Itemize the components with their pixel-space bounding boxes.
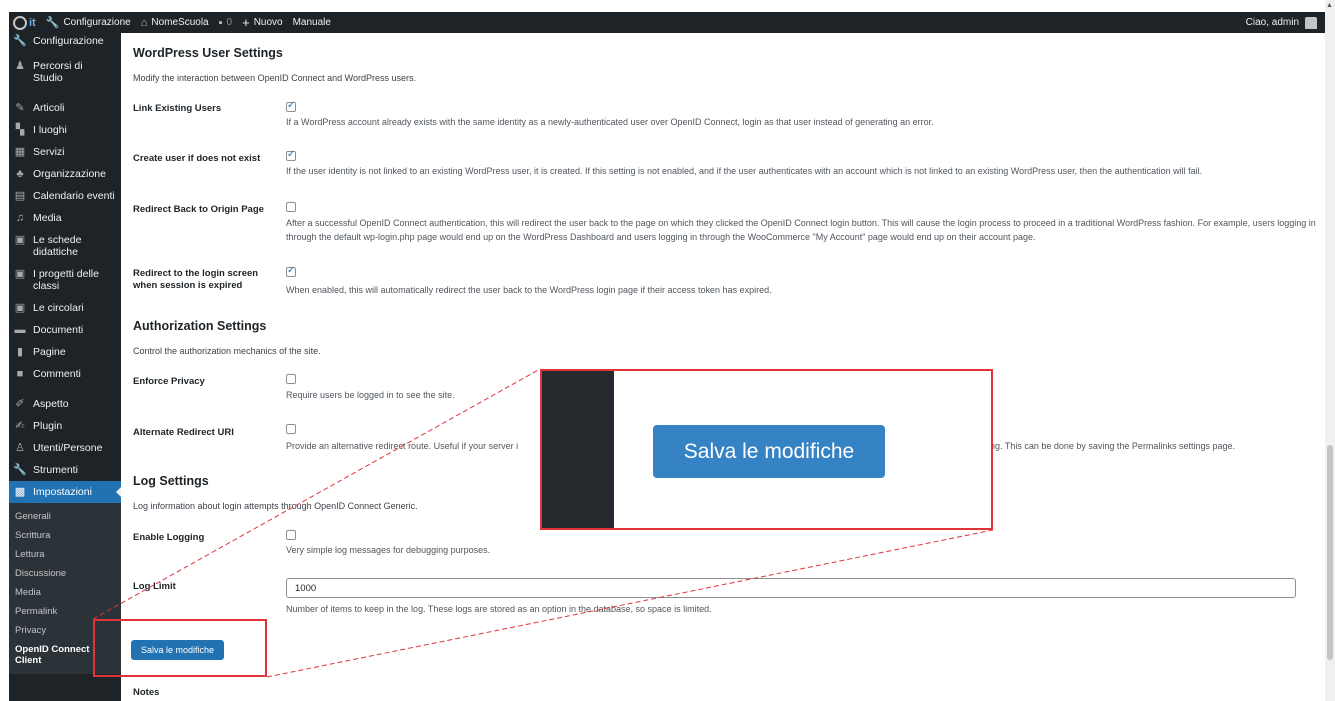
media-icon: ♫	[15, 212, 25, 224]
my-account[interactable]: Ciao, admin	[1246, 16, 1325, 29]
wrench-icon: 🔧	[45, 17, 60, 29]
settings-icon: ▩	[14, 486, 26, 498]
site-logo[interactable]: it	[9, 12, 41, 33]
submenu-discussione[interactable]: Discussione	[9, 564, 121, 583]
settings-content: WordPress User Settings Modify the inter…	[121, 33, 1325, 701]
topbar-comments[interactable]: ▪ 0	[214, 12, 237, 33]
label-create-user: Create user if does not exist	[133, 153, 261, 164]
place-icon: ▚	[15, 124, 25, 136]
label-link-existing-users: Link Existing Users	[133, 103, 222, 114]
calendar-icon: ▤	[14, 190, 26, 202]
scrollbar-thumb[interactable]	[1327, 445, 1333, 660]
pin-icon: ✎	[15, 102, 25, 114]
sidebar-item-percorsi[interactable]: ♟ Percorsi di Studio	[9, 52, 121, 89]
sidebar-item-progetti[interactable]: ▣ I progetti delle classi	[9, 263, 121, 297]
topbar-new[interactable]: + Nuovo	[237, 12, 288, 33]
topbar-manual[interactable]: Manuale	[288, 12, 336, 33]
label-log-limit: Log Limit	[133, 581, 176, 592]
notes-title: Notes	[133, 687, 160, 698]
topbar-site-name[interactable]: ⌂ NomeScuola	[136, 12, 214, 33]
sidebar-item-impostazioni[interactable]: ▩ Impostazioni	[9, 481, 121, 503]
plugin-icon: ✍	[15, 420, 25, 432]
scroll-up-icon[interactable]: ▲	[1326, 2, 1333, 9]
sidebar-item-commenti[interactable]: ■ Commenti	[9, 363, 121, 385]
desc-redirect-origin: After a successful OpenID Connect authen…	[286, 218, 1316, 242]
desc-create-user: If the user identity is not linked to an…	[286, 166, 1203, 176]
section-title-wp-user-settings: WordPress User Settings	[133, 46, 283, 60]
sidebar-item-configurazione[interactable]: 🔧 Configurazione	[9, 33, 121, 52]
desc-redirect-login-expired: When enabled, this will automatically re…	[286, 285, 772, 295]
users-icon: ♙	[15, 442, 25, 454]
document-icon: ▣	[14, 302, 26, 314]
sidebar-item-utenti[interactable]: ♙ Utenti/Persone	[9, 437, 121, 459]
sidebar-item-pagine[interactable]: ▮ Pagine	[9, 341, 121, 363]
folder-icon: ▬	[14, 324, 26, 336]
admin-sidebar: 🔧 Configurazione ♟ Percorsi di Studio ✎ Art…	[9, 33, 121, 701]
section-title-log: Log Settings	[133, 474, 209, 488]
desc-alternate-redirect-right: ing. This can be done by saving the Perm…	[988, 441, 1235, 451]
page-scrollbar[interactable]: ▲	[1325, 0, 1335, 701]
page-icon: ▮	[16, 346, 24, 358]
submenu-media[interactable]: Media	[9, 583, 121, 602]
brush-icon: ✐	[15, 398, 25, 410]
document-icon: ▣	[14, 268, 26, 280]
desc-alternate-redirect-left: Provide an alternative redirect route. U…	[286, 441, 519, 451]
sidebar-item-luoghi[interactable]: ▚ I luoghi	[9, 119, 121, 141]
enforce-privacy-checkbox[interactable]	[286, 374, 296, 384]
topbar-configurazione[interactable]: 🔧 Configurazione	[41, 12, 136, 33]
section-desc-log: Log information about login attempts thr…	[133, 501, 418, 511]
desc-enable-logging: Very simple log messages for debugging p…	[286, 545, 491, 555]
sidebar-item-plugin[interactable]: ✍ Plugin	[9, 415, 121, 437]
section-desc-authorization: Control the authorization mechanics of t…	[133, 346, 321, 356]
sidebar-item-calendario[interactable]: ▤ Calendario eventi	[9, 185, 121, 207]
section-desc-wp-user-settings: Modify the interaction between OpenID Co…	[133, 73, 416, 83]
comment-icon: ▪	[218, 16, 223, 29]
organization-icon: ♣	[16, 168, 24, 180]
wordpress-icon	[13, 15, 27, 30]
sidebar-item-documenti[interactable]: ▬ Documenti	[9, 319, 121, 341]
sidebar-item-schede[interactable]: ▣ Le schede didattiche	[9, 229, 121, 263]
sidebar-item-aspetto[interactable]: ✐ Aspetto	[9, 393, 121, 415]
comment-icon: ■	[16, 368, 24, 380]
student-icon: ♟	[15, 60, 25, 72]
redirect-login-expired-checkbox[interactable]	[286, 265, 296, 277]
zoom-magnified-box: Salva le modifiche	[540, 369, 993, 530]
log-limit-input[interactable]	[286, 578, 1296, 598]
submenu-generali[interactable]: Generali	[9, 507, 121, 526]
tools-icon: 🔧	[13, 464, 27, 476]
redirect-origin-checkbox[interactable]	[286, 202, 296, 212]
sidebar-item-servizi[interactable]: ▦ Servizi	[9, 141, 121, 163]
enable-logging-checkbox[interactable]	[286, 530, 296, 540]
plus-icon: +	[242, 15, 250, 30]
label-alternate-redirect: Alternate Redirect URI	[133, 427, 234, 438]
label-redirect-login-expired: Redirect to the login screen when sessio…	[133, 268, 259, 291]
submenu-scrittura[interactable]: Scrittura	[9, 526, 121, 545]
sidebar-item-circolari[interactable]: ▣ Le circolari	[9, 297, 121, 319]
admin-bar: it 🔧 Configurazione ⌂ NomeScuola ▪ 0 + Nuovo…	[9, 12, 1325, 33]
sidebar-item-media[interactable]: ♫ Media	[9, 207, 121, 229]
document-icon: ▣	[14, 234, 26, 246]
zoom-highlight-box	[93, 619, 267, 677]
sidebar-item-articoli[interactable]: ✎ Articoli	[9, 97, 121, 119]
sidebar-item-strumenti[interactable]: 🔧 Strumenti	[9, 459, 121, 481]
section-title-authorization: Authorization Settings	[133, 319, 267, 333]
desc-link-existing-users: If a WordPress account already exists wi…	[286, 117, 934, 127]
submenu-lettura[interactable]: Lettura	[9, 545, 121, 564]
zoomed-save-changes-button: Salva le modifiche	[653, 425, 885, 478]
desc-log-limit: Number of items to keep in the log. Thes…	[286, 604, 712, 614]
label-enforce-privacy: Enforce Privacy	[133, 376, 205, 387]
home-icon: ⌂	[140, 16, 148, 29]
services-icon: ▦	[14, 146, 26, 158]
sidebar-item-organizzazione[interactable]: ♣ Organizzazione	[9, 163, 121, 185]
avatar-icon	[1305, 16, 1317, 29]
label-enable-logging: Enable Logging	[133, 532, 205, 543]
alternate-redirect-checkbox[interactable]	[286, 424, 296, 434]
link-existing-users-checkbox[interactable]	[286, 100, 296, 112]
wrench-icon: 🔧	[13, 35, 27, 47]
label-redirect-origin: Redirect Back to Origin Page	[133, 204, 264, 215]
zoom-sidebar-fragment	[542, 371, 614, 528]
create-user-checkbox[interactable]	[286, 149, 296, 161]
